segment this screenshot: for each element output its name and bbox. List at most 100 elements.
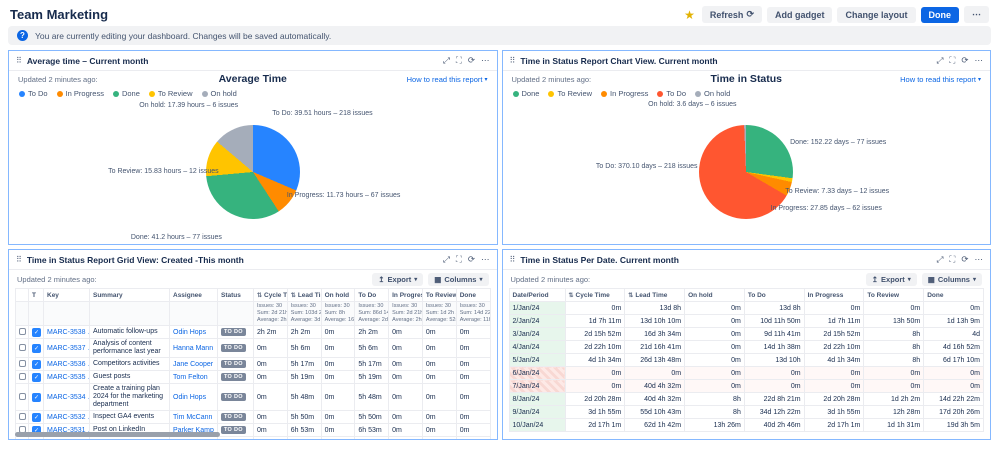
gadget-menu-icon[interactable]: ⋯	[975, 55, 984, 66]
assignee-link[interactable]: Tim McCann	[173, 414, 212, 421]
change-layout-button[interactable]: Change layout	[837, 7, 915, 23]
column-header[interactable]: ⇅Cycle Time	[565, 289, 625, 302]
row-checkbox[interactable]	[19, 373, 26, 380]
time-cell: 1d 13h 9m	[924, 315, 984, 328]
gadget-menu-icon[interactable]: ⋯	[975, 254, 984, 265]
done-button[interactable]: Done	[921, 7, 960, 23]
time-cell: 0m	[389, 384, 423, 411]
gadget-menu-icon[interactable]: ⋯	[481, 55, 490, 66]
assignee-link[interactable]: Tom Felton	[173, 374, 208, 381]
column-header-label: In Progress	[808, 292, 844, 299]
refresh-button[interactable]: Refresh ⟳	[702, 6, 762, 23]
maximize-icon[interactable]: ⤢	[443, 55, 450, 66]
sort-icon[interactable]: ⇅	[291, 293, 296, 299]
row-checkbox[interactable]	[19, 360, 26, 367]
legend-item-todo[interactable]: To Do	[657, 89, 686, 98]
assignee-link[interactable]: Odin Hops	[173, 394, 206, 401]
column-header[interactable]: ⇅Cycle Time	[254, 289, 288, 302]
column-header: To Review	[864, 289, 924, 302]
gadget-refresh-icon[interactable]: ⟳	[961, 254, 968, 265]
gadget-menu-icon[interactable]: ⋯	[481, 254, 490, 265]
time-cell: 5h 17m	[287, 358, 321, 371]
time-cell: 12h 28m	[864, 406, 924, 419]
issue-key-link[interactable]: MARC-3532	[47, 414, 86, 421]
time-cell: 1d 2h 2m	[864, 393, 924, 406]
issue-key-link[interactable]: MARC-3538	[47, 329, 86, 336]
time-in-status-legend: Done To Review In Progress To Do On hold	[503, 87, 991, 100]
fullscreen-icon[interactable]: ⛶	[949, 55, 955, 66]
sort-icon[interactable]: ⇅	[628, 293, 633, 299]
row-checkbox[interactable]	[19, 328, 26, 335]
aggregate-line: Average: 16m	[325, 317, 352, 324]
issue-summary: Inspect GA4 events	[90, 411, 170, 424]
legend-item-done[interactable]: Done	[113, 89, 140, 98]
time-cell: 6h 53m	[355, 424, 389, 437]
legend-label: In Progress	[610, 89, 648, 98]
legend-item-inprogress[interactable]: In Progress	[601, 89, 648, 98]
row-checkbox[interactable]	[19, 393, 26, 400]
time-cell: 0m	[456, 424, 490, 437]
legend-item-onhold[interactable]: On hold	[202, 89, 237, 98]
column-header[interactable]: ⇅Lead Time	[287, 289, 321, 302]
drag-handle-icon[interactable]: ⠿	[510, 56, 516, 65]
maximize-icon[interactable]: ⤢	[937, 254, 944, 265]
issue-key-link[interactable]: MARC-3536	[47, 361, 86, 368]
assignee-link[interactable]: Odin Hops	[173, 329, 206, 336]
updated-text: Updated 2 minutes ago:	[511, 275, 591, 284]
maximize-icon[interactable]: ⤢	[937, 55, 944, 66]
issue-key-link[interactable]: MARC-3534	[47, 394, 86, 401]
assignee-link[interactable]: Hanna Mann	[173, 345, 213, 352]
fullscreen-icon[interactable]: ⛶	[949, 254, 955, 265]
average-time-chart-area: On hold: 17.39 hours – 6 issues To Do: 3…	[9, 100, 497, 244]
aggregate-blank-cell	[44, 302, 90, 326]
horizontal-scrollbar[interactable]	[15, 432, 220, 437]
gadget-refresh-icon[interactable]: ⟳	[468, 254, 475, 265]
time-cell: 0m	[456, 384, 490, 411]
sort-icon[interactable]: ⇅	[257, 293, 262, 299]
maximize-icon[interactable]: ⤢	[443, 254, 450, 265]
date-row: 9/Jan/243d 1h 55m55d 10h 43m8h34d 12h 22…	[509, 406, 984, 419]
favorite-star-icon[interactable]: ★	[684, 8, 695, 22]
legend-item-todo[interactable]: To Do	[19, 89, 48, 98]
issue-key-link[interactable]: MARC-3535	[47, 374, 86, 381]
legend-label: In Progress	[66, 89, 104, 98]
export-button[interactable]: ↥ Export ▾	[866, 273, 917, 286]
row-checkbox[interactable]	[19, 413, 26, 420]
fullscreen-icon[interactable]: ⛶	[456, 55, 462, 66]
pie-slice-label: To Review: 7.33 days – 12 issues	[785, 188, 889, 195]
how-to-read-link[interactable]: How to read this report ▾	[900, 75, 981, 84]
time-cell: 0m	[565, 302, 625, 315]
assignee-link[interactable]: Jane Cooper	[173, 361, 213, 368]
aggregate-blank-cell	[170, 302, 218, 326]
columns-button[interactable]: ▦ Columns ▾	[428, 273, 488, 286]
export-button[interactable]: ↥ Export ▾	[372, 273, 423, 286]
gadget-refresh-icon[interactable]: ⟳	[961, 55, 968, 66]
drag-handle-icon[interactable]: ⠿	[16, 56, 22, 65]
column-header: Done	[924, 289, 984, 302]
row-checkbox[interactable]	[19, 344, 26, 351]
columns-button[interactable]: ▦ Columns ▾	[922, 273, 982, 286]
add-gadget-button[interactable]: Add gadget	[767, 7, 833, 23]
gadget-refresh-icon[interactable]: ⟳	[468, 55, 475, 66]
average-time-pie-chart[interactable]	[206, 125, 300, 219]
legend-item-toreview[interactable]: To Review	[548, 89, 592, 98]
how-to-read-link[interactable]: How to read this report ▾	[407, 75, 488, 84]
time-cell: 2d 20h 28m	[804, 393, 864, 406]
column-header[interactable]: ⇅Lead Time	[625, 289, 685, 302]
more-options-button[interactable]: ⋯	[964, 6, 989, 23]
legend-item-onhold[interactable]: On hold	[695, 89, 730, 98]
aggregate-cell: Issues: 30Sum: 2d 21h 47mAverage: 2h 19m	[254, 302, 288, 326]
issue-key-link[interactable]: MARC-3537	[47, 345, 86, 352]
fullscreen-icon[interactable]: ⛶	[456, 254, 462, 265]
sort-icon[interactable]: ⇅	[569, 293, 574, 299]
time-cell: 4d	[924, 328, 984, 341]
row-checkbox[interactable]	[19, 439, 26, 440]
drag-handle-icon[interactable]: ⠿	[16, 255, 22, 264]
legend-item-toreview[interactable]: To Review	[149, 89, 193, 98]
time-cell: 0m	[685, 341, 745, 354]
legend-item-done[interactable]: Done	[513, 89, 540, 98]
issue-row: ✓MARC-3538↗Automatic follow-upsOdin Hops…	[16, 326, 491, 339]
cell: TO DO	[218, 326, 254, 339]
legend-item-inprogress[interactable]: In Progress	[57, 89, 104, 98]
drag-handle-icon[interactable]: ⠿	[510, 255, 516, 264]
